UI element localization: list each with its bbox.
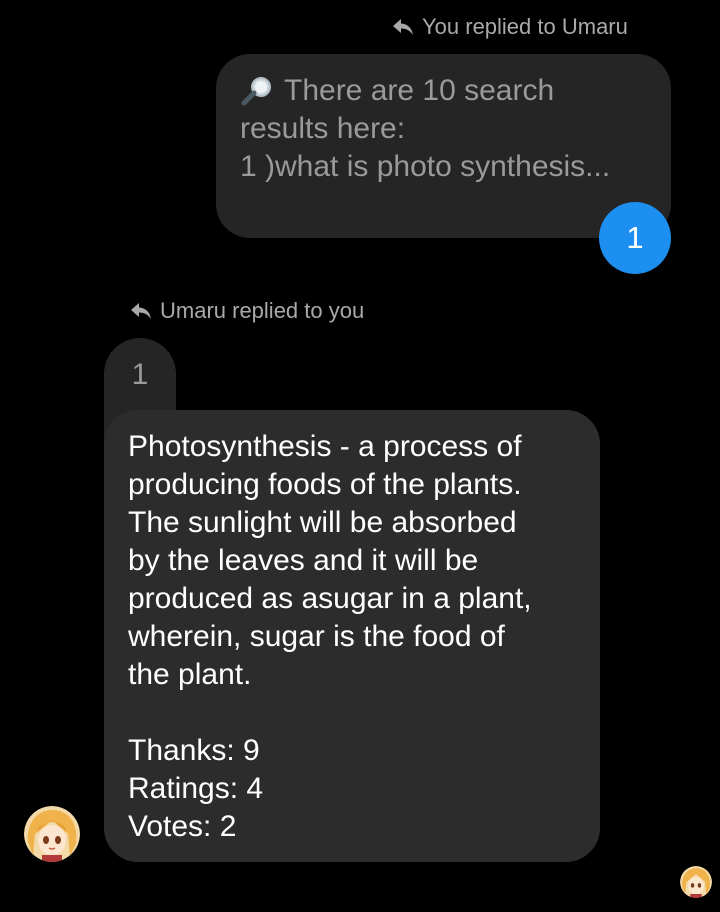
message-line: Photosynthesis - a process of (128, 430, 522, 463)
message-line: producing foods of the plants. (128, 468, 522, 501)
reply-header-label: Umaru replied to you (160, 298, 365, 323)
quoted-line-2: results here: (240, 112, 406, 145)
message-line: wherein, sugar is the food of (128, 620, 505, 653)
message-line: The sunlight will be absorbed (128, 506, 517, 539)
stat-ratings: Ratings: 4 (128, 772, 264, 805)
reply-header-you: You replied to Umaru (392, 14, 628, 40)
magnifying-glass-icon (240, 76, 274, 106)
message-line: by the leaves and it will be (128, 544, 479, 577)
seen-avatar (680, 866, 712, 898)
reply-arrow-icon (392, 18, 414, 36)
reply-arrow-icon (130, 302, 152, 320)
message-stats: Thanks: 9 Ratings: 4 Votes: 2 (128, 732, 576, 846)
reaction-badge[interactable]: 1 (599, 202, 671, 274)
sender-avatar[interactable] (24, 806, 80, 862)
reply-message-bubble[interactable]: Photosynthesis - a process of producing … (104, 410, 600, 862)
quoted-line-3: 1 )what is photo synthesis... (240, 150, 611, 183)
reply-header-label: You replied to Umaru (422, 14, 628, 39)
quoted-line-1: There are 10 search (284, 74, 555, 107)
message-line: the plant. (128, 658, 252, 691)
quoted-message-bubble[interactable]: There are 10 search results here: 1 )wha… (216, 54, 671, 238)
reply-header-umaru: Umaru replied to you (130, 298, 364, 324)
stat-thanks: Thanks: 9 (128, 734, 260, 767)
message-line: produced as asugar in a plant, (128, 582, 532, 615)
stat-votes: Votes: 2 (128, 810, 237, 843)
